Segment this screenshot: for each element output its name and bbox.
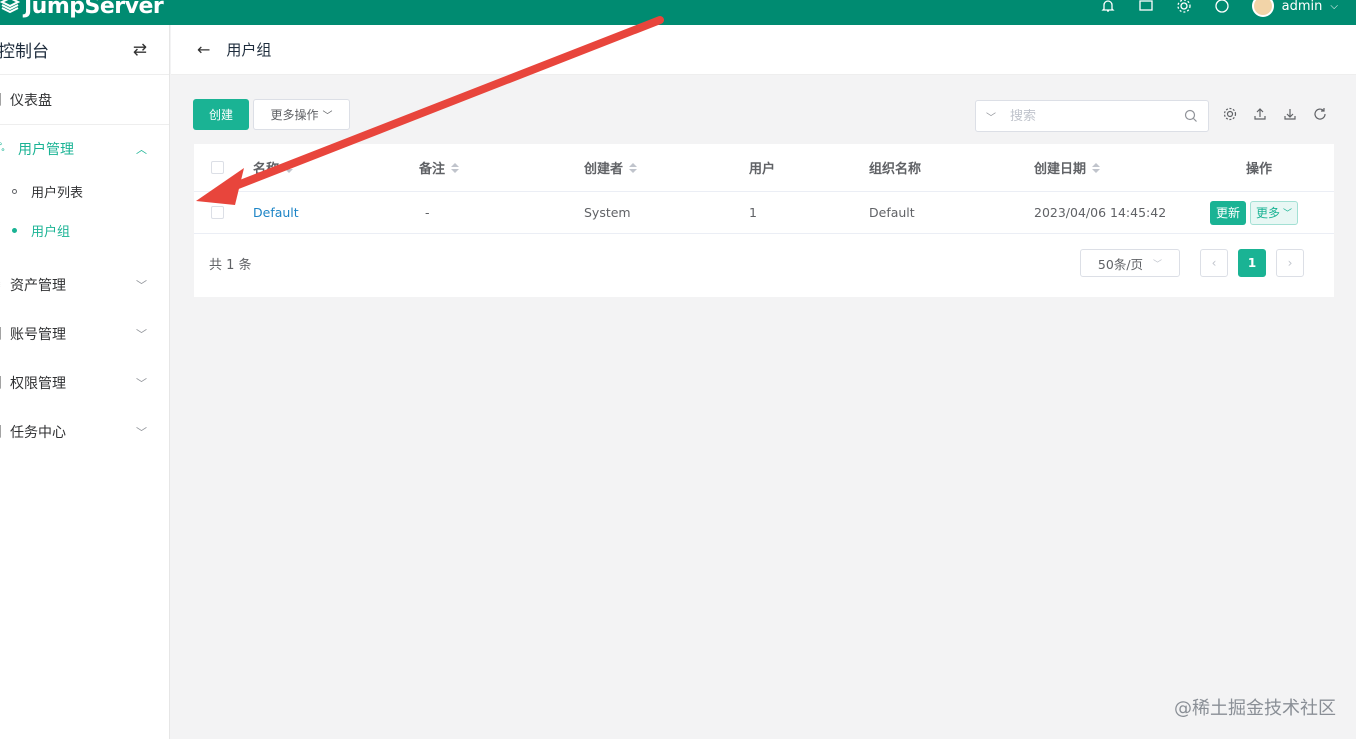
bullet-icon [12,189,17,194]
column-header-creator[interactable]: 创建者 [584,158,638,177]
chevron-down-icon: ﹀ [1283,209,1293,219]
search-input[interactable] [1010,108,1184,124]
avatar [1251,0,1274,17]
bullet-icon [12,228,17,233]
sidebar-item-label: 权限管理 [10,375,66,392]
row-more-button[interactable]: 更多 ﹀ [1250,200,1299,225]
chevron-down-icon: ⌵ [1330,0,1338,12]
table-header: 名称 备注 创建者 用户 组织名称 创建日期 操作 [194,144,1334,192]
user-name: admin [1281,0,1323,14]
help-icon[interactable] [1214,0,1230,14]
settings-icon[interactable] [1222,106,1238,122]
tasks-icon: ▐ [0,425,10,438]
chevron-down-icon: ﹀ [136,327,147,341]
sidebar-item-tasks[interactable]: ▐任务中心 ﹀ [0,407,169,456]
sort-icon[interactable] [629,162,638,173]
sidebar-item-assets[interactable]: ≡资产管理 ﹀ [0,260,169,309]
row-checkbox[interactable] [211,206,224,219]
sidebar-item-dashboard[interactable]: ▐仪表盘 [0,75,169,124]
column-header-name[interactable]: 名称 [253,158,294,177]
chevron-down-icon: ﹀ [136,376,147,390]
user-menu[interactable]: admin ⌵ [1251,0,1338,17]
select-all-checkbox[interactable] [211,161,224,174]
sidebar-title: 控制台 [0,42,49,62]
chevron-down-icon: ﹀ [322,111,333,122]
page-number[interactable]: 1 [1238,249,1266,277]
column-header-actions: 操作 [1246,162,1273,177]
update-button[interactable]: 更新 [1210,200,1247,225]
sidebar-subitem-user-list[interactable]: 用户列表 [0,172,169,211]
chevron-down-icon: ﹀ [136,278,147,292]
watermark: @稀土掘金技术社区 [1174,698,1336,719]
sidebar-item-label: 资产管理 [10,277,66,294]
message-icon[interactable] [1138,0,1154,14]
sidebar-item-users[interactable]: ஃ 用户管理 ︿ [0,124,169,172]
more-actions-label: 更多操作 [270,108,319,122]
group-comment: - [425,205,430,220]
sidebar-item-accounts[interactable]: ▐账号管理 ﹀ [0,309,169,358]
app-logo[interactable]: JumpServer [0,0,164,21]
top-bar: JumpServer admin ⌵ [0,0,1356,25]
table-tools [1222,106,1328,122]
permissions-icon: ▐ [0,376,10,389]
sidebar-item-permissions[interactable]: ▐权限管理 ﹀ [0,358,169,407]
chevron-down-icon: ﹀ [136,425,147,439]
refresh-icon[interactable] [1312,106,1328,122]
swap-icon[interactable]: ⇄ [133,40,147,60]
column-header-users: 用户 [749,162,776,177]
sort-icon[interactable] [1092,162,1101,173]
sidebar-item-label: 任务中心 [10,424,66,441]
back-arrow-icon[interactable]: ← [197,40,210,59]
sidebar: 控制台 ⇄ ▐仪表盘 ஃ用户管理 ︿ 用户列表 用户组 ≡资产管理 ﹀ ▐账号管… [0,25,170,739]
column-header-comment[interactable]: 备注 [419,158,460,177]
table-row: Default - System 1 Default 2023/04/06 14… [194,192,1334,234]
chevron-down-icon: ﹀ [1153,259,1163,270]
create-button[interactable]: 创建 [193,99,249,130]
search-box: ﹀ [975,100,1209,132]
group-name-link[interactable]: Default [253,205,299,220]
page-title: 用户组 [226,41,272,59]
assets-icon: ≡ [0,278,10,291]
users-icon: ஃ [0,141,5,154]
download-icon[interactable] [1282,106,1298,122]
chevron-down-icon[interactable]: ﹀ [986,109,996,124]
total-count: 共 1 条 [209,258,252,273]
sidebar-subitem-label: 用户列表 [31,186,84,201]
more-actions-button[interactable]: 更多操作 ﹀ [253,99,350,130]
upload-icon[interactable] [1252,106,1268,122]
group-created-date: 2023/04/06 14:45:42 [1034,205,1167,220]
sidebar-item-label: 账号管理 [10,326,66,343]
chevron-left-icon: ‹ [1211,256,1217,270]
dashboard-icon: ▐ [0,93,10,106]
page-header: ← 用户组 [171,25,1356,75]
sidebar-subitem-user-group[interactable]: 用户组 [0,211,169,250]
chevron-right-icon: › [1287,256,1293,270]
column-header-org: 组织名称 [869,162,922,177]
sort-icon[interactable] [285,162,294,173]
prev-page-button[interactable]: ‹ [1200,249,1228,277]
accounts-icon: ▐ [0,327,10,340]
gear-icon[interactable] [1176,0,1192,14]
column-header-date[interactable]: 创建日期 [1034,158,1101,177]
bell-icon[interactable] [1100,0,1116,14]
top-actions: admin ⌵ [1100,0,1338,18]
table-card: 名称 备注 创建者 用户 组织名称 创建日期 操作 Default - Syst… [194,144,1334,297]
logo-text: JumpServer [24,0,164,19]
group-org: Default [869,205,915,220]
chevron-up-icon: ︿ [136,142,147,156]
search-icon[interactable] [1184,109,1198,123]
sort-icon[interactable] [451,162,460,173]
sidebar-subitem-label: 用户组 [31,225,71,240]
group-creator: System [584,205,631,220]
logo-icon [0,0,20,14]
sidebar-item-label: 仪表盘 [10,92,52,109]
sidebar-header: 控制台 ⇄ [0,25,169,75]
sidebar-item-label: 用户管理 [18,141,74,158]
next-page-button[interactable]: › [1276,249,1304,277]
group-user-count: 1 [749,205,757,220]
page-size-select[interactable]: 50条/页 ﹀ [1080,249,1180,277]
